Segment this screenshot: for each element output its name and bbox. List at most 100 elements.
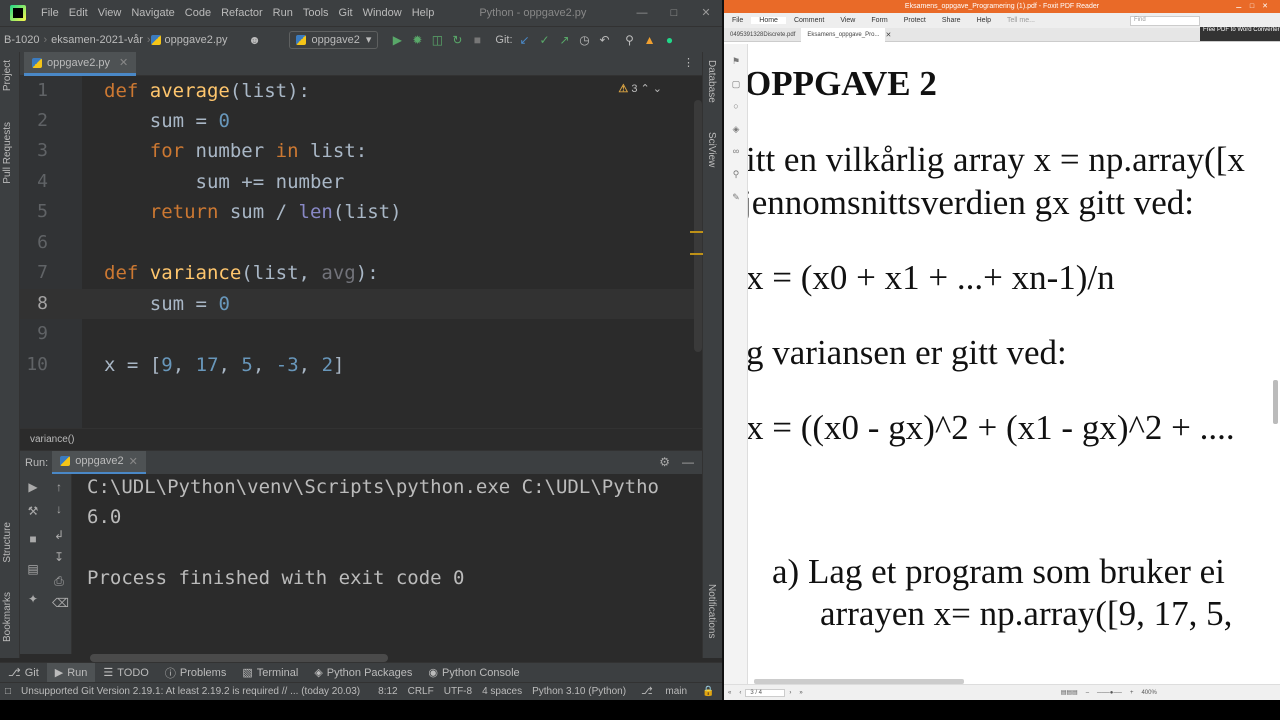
menu-git[interactable]: Git bbox=[334, 7, 358, 19]
gear-icon[interactable]: ⚙ bbox=[659, 455, 670, 469]
tool-database[interactable]: Database bbox=[706, 60, 717, 103]
tool-tab-run[interactable]: ▶ Run bbox=[46, 662, 96, 683]
more-icon[interactable]: ⋮ bbox=[683, 56, 694, 69]
tool-tab-python-packages[interactable]: ◈ Python Packages bbox=[306, 663, 420, 683]
ribbon-file[interactable]: File bbox=[724, 17, 751, 24]
stop-icon[interactable]: ■ bbox=[468, 31, 486, 49]
tool-tab-python-console[interactable]: ◉ Python Console bbox=[420, 663, 527, 683]
jetbrains-icon[interactable]: ● bbox=[661, 31, 679, 49]
git-branch[interactable]: ⎇ main bbox=[631, 686, 697, 697]
run-icon[interactable]: ▶ bbox=[388, 31, 406, 49]
ribbon-form[interactable]: Form bbox=[863, 17, 895, 24]
code-editor[interactable]: ⚠ 3 ⌃ ⌄ 1 def average(list): 2 sum = 0 3… bbox=[20, 76, 694, 428]
layout-icon[interactable]: ▤ bbox=[26, 562, 40, 576]
pdf-vertical-scrollbar[interactable] bbox=[1273, 380, 1278, 424]
maximize-icon[interactable]: □ bbox=[658, 0, 690, 26]
close-tab-icon[interactable]: ✕ bbox=[129, 455, 138, 468]
tool-tab-terminal[interactable]: ▧ Terminal bbox=[234, 663, 306, 683]
minimize-icon[interactable]: — bbox=[626, 0, 658, 26]
editor-scrollbar[interactable] bbox=[694, 100, 702, 352]
soft-wrap-icon[interactable]: ↲ bbox=[52, 528, 66, 542]
ribbon-home[interactable]: Home bbox=[751, 17, 786, 24]
ribbon-share[interactable]: Share bbox=[934, 17, 969, 24]
debug-icon[interactable]: ✹ bbox=[408, 31, 426, 49]
pdf-page-view[interactable]: OPPGAVE 2 itt en vilkårlig array x = np.… bbox=[748, 44, 1272, 684]
attachment-icon[interactable]: ∞ bbox=[731, 146, 741, 156]
rollback-icon[interactable]: ↶ bbox=[596, 31, 614, 49]
menu-help[interactable]: Help bbox=[407, 7, 440, 19]
print-icon[interactable]: ⎙ bbox=[52, 574, 66, 588]
git-push-icon[interactable]: ↗ bbox=[556, 31, 574, 49]
zoom-in-icon[interactable]: + bbox=[1126, 690, 1138, 696]
search-icon[interactable]: ⚲ bbox=[621, 31, 639, 49]
menu-file[interactable]: File bbox=[36, 7, 64, 19]
signature-icon[interactable]: ✎ bbox=[731, 192, 741, 202]
pdf-tab-discrete[interactable]: 0495391328Discrete.pdf bbox=[724, 28, 801, 42]
arrow-up-icon[interactable]: ↑ bbox=[52, 480, 66, 494]
history-icon[interactable]: ◷ bbox=[576, 31, 594, 49]
breadcrumb-file[interactable]: oppgave2.py bbox=[161, 34, 232, 46]
pdf-tab-eksamen[interactable]: Eksamens_oppgave_Pro... bbox=[801, 27, 886, 42]
user-icon[interactable]: ☻ bbox=[246, 31, 264, 49]
python-interpreter[interactable]: Python 3.10 (Python) bbox=[527, 686, 631, 697]
status-message[interactable]: Unsupported Git Version 2.19.1: At least… bbox=[16, 686, 365, 697]
menu-code[interactable]: Code bbox=[180, 7, 216, 19]
tool-pull-requests[interactable]: Pull Requests bbox=[2, 122, 13, 184]
close-tab-icon[interactable]: ✕ bbox=[119, 56, 128, 69]
menu-tools[interactable]: Tools bbox=[298, 7, 334, 19]
ribbon-view[interactable]: View bbox=[832, 17, 863, 24]
layers-icon[interactable]: ◈ bbox=[731, 124, 741, 134]
pin-icon[interactable]: ✦ bbox=[26, 592, 40, 606]
breadcrumb-folder[interactable]: eksamen-2021-vår bbox=[47, 34, 147, 46]
menu-navigate[interactable]: Navigate bbox=[126, 7, 179, 19]
ribbon-protect[interactable]: Protect bbox=[896, 17, 934, 24]
rerun-icon[interactable]: ▶ bbox=[26, 480, 40, 494]
bookmark-icon[interactable]: ⚑ bbox=[731, 56, 741, 66]
page-thumbnail-icon[interactable]: ▢ bbox=[731, 79, 741, 89]
comment-icon[interactable]: ○ bbox=[731, 101, 741, 111]
run-config-selector[interactable]: oppgave2 ▾ bbox=[288, 30, 379, 49]
editor-tab-oppgave2[interactable]: oppgave2.py ✕ bbox=[24, 52, 137, 76]
tool-bookmarks[interactable]: Bookmarks bbox=[2, 592, 13, 642]
prev-page-icon[interactable]: ‹ bbox=[735, 690, 745, 696]
pdf-window-controls[interactable]: ⚊□✕ bbox=[1236, 0, 1276, 13]
free-pdf-converter-banner[interactable]: Free PDF to Word Converter bbox=[1200, 27, 1280, 41]
file-encoding[interactable]: UTF-8 bbox=[439, 686, 477, 697]
hide-panel-icon[interactable]: — bbox=[682, 455, 694, 469]
profile-icon[interactable]: ↻ bbox=[448, 31, 466, 49]
git-commit-icon[interactable]: ✓ bbox=[536, 31, 554, 49]
run-console[interactable]: C:\UDL\Python\venv\Scripts\python.exe C:… bbox=[72, 474, 702, 654]
menu-window[interactable]: Window bbox=[358, 7, 407, 19]
tool-tab-git[interactable]: ⎇ Git bbox=[0, 663, 47, 683]
trash-icon[interactable]: ⌫ bbox=[52, 596, 69, 610]
tell-me-search[interactable]: Tell me... bbox=[999, 17, 1043, 24]
menu-run[interactable]: Run bbox=[268, 7, 298, 19]
tool-tab-problems[interactable]: ⓘ Problems bbox=[157, 663, 234, 683]
tool-tab-todo[interactable]: ☰ TODO bbox=[95, 663, 156, 683]
coverage-icon[interactable]: ◫ bbox=[428, 31, 446, 49]
update-icon[interactable]: ▲ bbox=[641, 31, 659, 49]
ribbon-comment[interactable]: Comment bbox=[786, 17, 832, 24]
caret-position[interactable]: 8:12 bbox=[373, 686, 402, 697]
ribbon-help[interactable]: Help bbox=[969, 17, 999, 24]
page-indicator[interactable]: 3 / 4 bbox=[745, 688, 786, 697]
indent-setting[interactable]: 4 spaces bbox=[477, 686, 527, 697]
zoom-level[interactable]: 400% bbox=[1137, 690, 1160, 696]
wrench-icon[interactable]: ⚒ bbox=[26, 504, 40, 518]
tool-sciview[interactable]: SciView bbox=[706, 132, 717, 167]
scroll-to-end-icon[interactable]: ↧ bbox=[52, 550, 66, 564]
lock-icon[interactable]: 🔒 bbox=[697, 686, 719, 697]
tool-project[interactable]: Project bbox=[2, 60, 13, 91]
warning-marker[interactable] bbox=[690, 231, 703, 233]
close-icon[interactable]: ✕ bbox=[690, 0, 722, 26]
expand-icon[interactable]: □ bbox=[0, 686, 16, 697]
close-tab-icon[interactable]: ✕ bbox=[885, 31, 891, 39]
tool-structure[interactable]: Structure bbox=[2, 522, 13, 563]
line-separator[interactable]: CRLF bbox=[403, 686, 439, 697]
page-layout-icon[interactable]: ▤▤▤ bbox=[1057, 689, 1082, 696]
tool-notifications[interactable]: Notifications bbox=[706, 584, 717, 638]
zoom-slider[interactable]: ───●── bbox=[1093, 690, 1126, 696]
arrow-down-icon[interactable]: ↓ bbox=[52, 502, 66, 516]
breadcrumb-project[interactable]: B-1020 bbox=[0, 34, 43, 46]
menu-refactor[interactable]: Refactor bbox=[216, 7, 268, 19]
